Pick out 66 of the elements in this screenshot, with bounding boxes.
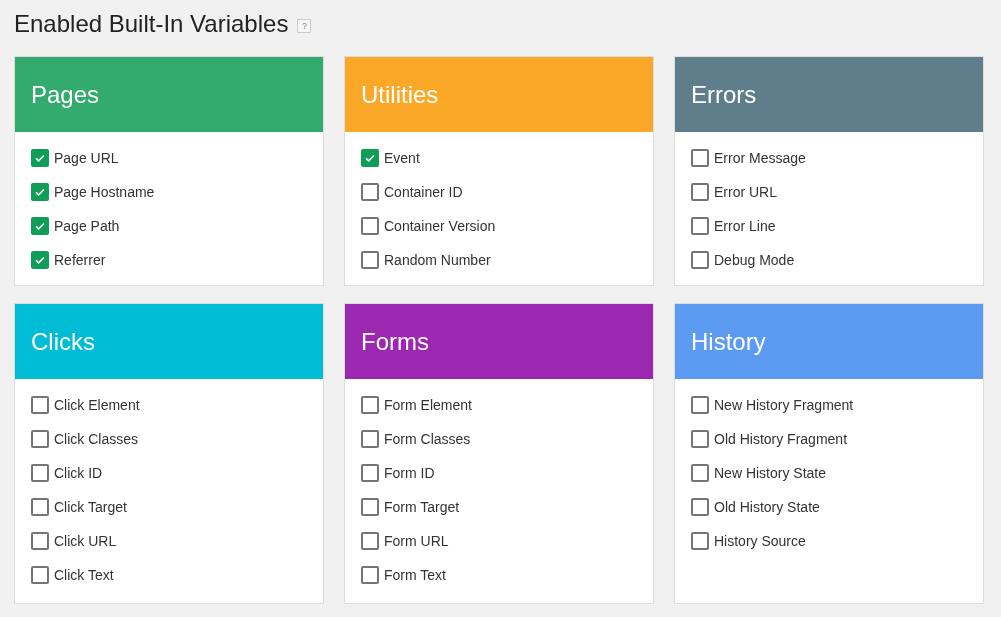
panel-title: History: [691, 327, 766, 356]
checkbox-label: Click ID: [54, 465, 103, 481]
checkbox-label: Form Classes: [384, 431, 471, 447]
checkbox-label: Container Version: [384, 218, 496, 234]
checkbox[interactable]: [31, 566, 49, 584]
checkbox[interactable]: [361, 464, 379, 482]
panel-title: Clicks: [31, 327, 95, 356]
checkbox[interactable]: [691, 396, 709, 414]
checkbox-label: Click URL: [54, 533, 117, 549]
checkbox[interactable]: [31, 464, 49, 482]
checkbox-label: Error Message: [714, 150, 806, 166]
checkbox-label: Form ID: [384, 465, 435, 481]
checkbox-label: Random Number: [384, 252, 491, 268]
checkbox-label: Error Line: [714, 218, 776, 234]
checkbox[interactable]: [691, 149, 709, 167]
checkbox[interactable]: [361, 498, 379, 516]
checkbox[interactable]: [691, 251, 709, 269]
checkbox-label: Debug Mode: [714, 252, 795, 268]
checkbox[interactable]: [691, 498, 709, 516]
checkbox[interactable]: [361, 532, 379, 550]
checkbox-label: Event: [384, 150, 420, 166]
checkbox[interactable]: [691, 183, 709, 201]
checkbox[interactable]: [31, 396, 49, 414]
checkbox-label: Click Element: [54, 397, 140, 413]
checkbox[interactable]: [361, 217, 379, 235]
checkbox[interactable]: [361, 430, 379, 448]
checkbox-label: Click Target: [54, 499, 127, 515]
checkbox-label: Old History Fragment: [714, 431, 848, 447]
checkbox-label: New History State: [714, 465, 827, 481]
checkbox-label: Form Text: [384, 567, 446, 583]
checkbox-label: Click Text: [54, 567, 114, 583]
checkbox[interactable]: [31, 498, 49, 516]
checkbox[interactable]: [691, 464, 709, 482]
checkbox-label: Referrer: [54, 252, 106, 268]
checkbox-label: Page Path: [54, 218, 120, 234]
checkbox[interactable]: [361, 566, 379, 584]
checkbox[interactable]: [31, 430, 49, 448]
checkbox[interactable]: [691, 532, 709, 550]
panel-title: Errors: [691, 80, 757, 109]
panel-title: Utilities: [361, 80, 439, 109]
checkbox[interactable]: [31, 149, 49, 167]
checkbox-label: History Source: [714, 533, 806, 549]
checkbox[interactable]: [31, 532, 49, 550]
checkbox[interactable]: [361, 396, 379, 414]
checkbox-label: Page URL: [54, 150, 119, 166]
checkbox-label: Old History State: [714, 499, 820, 515]
checkbox[interactable]: [31, 183, 49, 201]
checkbox[interactable]: [691, 217, 709, 235]
checkbox-label: Container ID: [384, 184, 463, 200]
panel-title: Forms: [361, 327, 429, 356]
checkbox[interactable]: [31, 251, 49, 269]
checkbox-label: Form URL: [384, 533, 449, 549]
checkbox[interactable]: [361, 251, 379, 269]
checkbox-label: Form Element: [384, 397, 472, 413]
checkbox[interactable]: [31, 217, 49, 235]
checkbox[interactable]: [691, 430, 709, 448]
checkbox-label: Form Target: [384, 499, 460, 515]
checkbox-label: Click Classes: [54, 431, 138, 447]
checkbox-label: Page Hostname: [54, 184, 155, 200]
checkbox-label: New History Fragment: [714, 397, 854, 413]
help-icon[interactable]: ?: [297, 19, 312, 33]
checkbox[interactable]: [361, 183, 379, 201]
checkbox[interactable]: [361, 149, 379, 167]
checkbox-label: Error URL: [714, 184, 777, 200]
page-title: Enabled Built-In Variables: [14, 10, 289, 38]
panel-title: Pages: [31, 80, 100, 109]
